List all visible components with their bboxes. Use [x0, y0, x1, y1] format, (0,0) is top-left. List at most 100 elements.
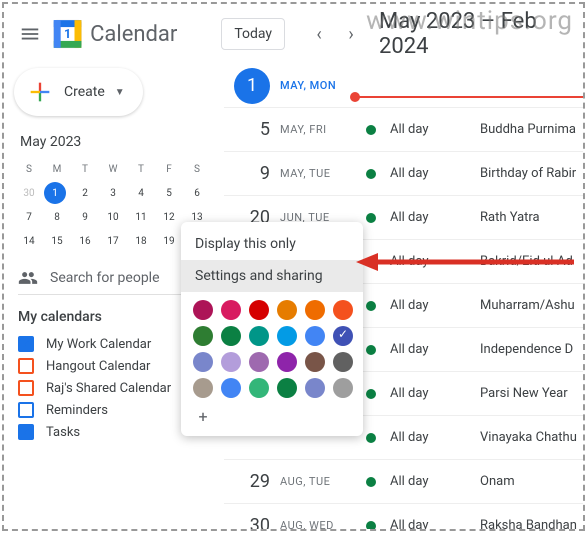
mini-day[interactable]: 17: [100, 230, 126, 252]
mini-day[interactable]: 16: [72, 230, 98, 252]
event-row[interactable]: 1 MAY, MON: [224, 64, 583, 108]
mini-dow: W: [100, 158, 126, 180]
calendar-checkbox[interactable]: ✓: [18, 336, 34, 352]
event-row[interactable]: 9MAY, TUEAll dayBirthday of Rabir: [224, 152, 583, 196]
mini-day[interactable]: 6: [184, 182, 210, 204]
next-period-button[interactable]: ›: [335, 18, 367, 50]
color-swatch[interactable]: [277, 352, 297, 372]
event-date: 9: [260, 163, 270, 184]
event-dot-icon: [366, 345, 376, 355]
color-swatch[interactable]: [249, 300, 269, 320]
add-custom-color-button[interactable]: +: [193, 406, 213, 426]
event-allday-label: All day: [390, 210, 480, 225]
event-row[interactable]: 5MAY, FRIAll dayBuddha Purnima: [224, 108, 583, 152]
mini-day[interactable]: 19: [156, 230, 182, 252]
calendar-checkbox[interactable]: [18, 358, 34, 374]
calendar-label: Raj's Shared Calendar: [46, 381, 171, 396]
hamburger-icon[interactable]: [12, 14, 49, 54]
color-swatch[interactable]: [221, 352, 241, 372]
mini-day[interactable]: 9: [72, 206, 98, 228]
mini-dow: F: [156, 158, 182, 180]
calendar-checkbox[interactable]: ✓: [18, 424, 34, 440]
color-swatch[interactable]: [277, 326, 297, 346]
menu-display-this-only[interactable]: Display this only: [181, 228, 363, 260]
color-swatch[interactable]: [333, 300, 353, 320]
create-label: Create: [64, 84, 105, 100]
search-placeholder: Search for people: [50, 270, 160, 286]
color-swatch[interactable]: [305, 378, 325, 398]
event-date-today: 1: [234, 68, 270, 104]
mini-day[interactable]: 8: [44, 206, 70, 228]
event-title: Raksha Bandhan: [480, 518, 577, 531]
event-dot-icon: [366, 213, 376, 223]
event-allday-label: All day: [390, 122, 480, 137]
color-swatch[interactable]: [305, 300, 325, 320]
mini-day[interactable]: 3: [100, 182, 126, 204]
color-swatch[interactable]: [221, 378, 241, 398]
mini-dow: T: [72, 158, 98, 180]
svg-text:1: 1: [64, 27, 71, 42]
mini-day[interactable]: 1: [44, 182, 66, 204]
event-weekday: MAY, MON: [280, 79, 366, 92]
event-date: 30: [250, 515, 270, 531]
mini-calendar-title[interactable]: May 2023: [14, 130, 224, 154]
color-swatch[interactable]: [193, 300, 213, 320]
mini-day[interactable]: 18: [128, 230, 154, 252]
color-swatch[interactable]: [193, 378, 213, 398]
color-swatch[interactable]: [249, 326, 269, 346]
color-swatch[interactable]: [333, 352, 353, 372]
mini-day[interactable]: 30: [16, 182, 42, 204]
event-dot-icon: [366, 521, 376, 531]
mini-day[interactable]: 5: [156, 182, 182, 204]
mini-day[interactable]: 7: [16, 206, 42, 228]
color-swatch[interactable]: [333, 378, 353, 398]
event-dot-icon: [366, 301, 376, 311]
mini-day[interactable]: 15: [44, 230, 70, 252]
color-swatch[interactable]: [221, 300, 241, 320]
mini-day[interactable]: 4: [128, 182, 154, 204]
today-button[interactable]: Today: [221, 18, 285, 50]
event-allday-label: All day: [390, 342, 480, 357]
menu-settings-and-sharing[interactable]: Settings and sharing: [181, 260, 363, 292]
calendar-logo-icon: 1: [51, 16, 84, 52]
color-swatch[interactable]: [249, 352, 269, 372]
mini-day[interactable]: 14: [16, 230, 42, 252]
mini-dow: T: [128, 158, 154, 180]
event-dot-icon: [366, 477, 376, 487]
mini-dow: M: [44, 158, 70, 180]
mini-day[interactable]: 2: [72, 182, 98, 204]
color-swatch[interactable]: [305, 352, 325, 372]
color-swatch[interactable]: [333, 326, 353, 346]
event-title: Buddha Purnima: [480, 122, 576, 137]
calendar-checkbox[interactable]: [18, 380, 34, 396]
event-title: Muharram/Ashu: [480, 298, 575, 313]
mini-day[interactable]: 10: [100, 206, 126, 228]
mini-day[interactable]: 11: [128, 206, 154, 228]
color-swatch[interactable]: [305, 326, 325, 346]
event-weekday: AUG, WED: [280, 519, 366, 531]
mini-dow: S: [16, 158, 42, 180]
current-time-indicator: [354, 96, 585, 98]
calendar-label: Tasks: [46, 425, 80, 440]
caret-down-icon: ▼: [115, 87, 125, 98]
mini-day[interactable]: 12: [156, 206, 182, 228]
calendar-label: My Work Calendar: [46, 337, 151, 352]
color-swatch[interactable]: [193, 352, 213, 372]
event-row[interactable]: 29AUG, TUEAll dayOnam: [224, 460, 583, 504]
color-swatch[interactable]: [277, 300, 297, 320]
prev-period-button[interactable]: ‹: [303, 18, 335, 50]
calendar-checkbox[interactable]: [18, 402, 34, 418]
event-weekday: AUG, TUE: [280, 475, 366, 488]
color-swatch[interactable]: [277, 378, 297, 398]
event-row[interactable]: 30AUG, WEDAll dayRaksha Bandhan: [224, 504, 583, 531]
event-allday-label: All day: [390, 386, 480, 401]
create-button[interactable]: Create ▼: [14, 68, 143, 116]
app-name: Calendar: [90, 22, 177, 47]
color-swatch[interactable]: [221, 326, 241, 346]
event-title: Parsi New Year: [480, 386, 568, 401]
color-swatch[interactable]: [193, 326, 213, 346]
color-swatch[interactable]: [249, 378, 269, 398]
event-dot-icon: [366, 169, 376, 179]
plus-icon: [26, 78, 54, 106]
event-weekday: MAY, TUE: [280, 167, 366, 180]
